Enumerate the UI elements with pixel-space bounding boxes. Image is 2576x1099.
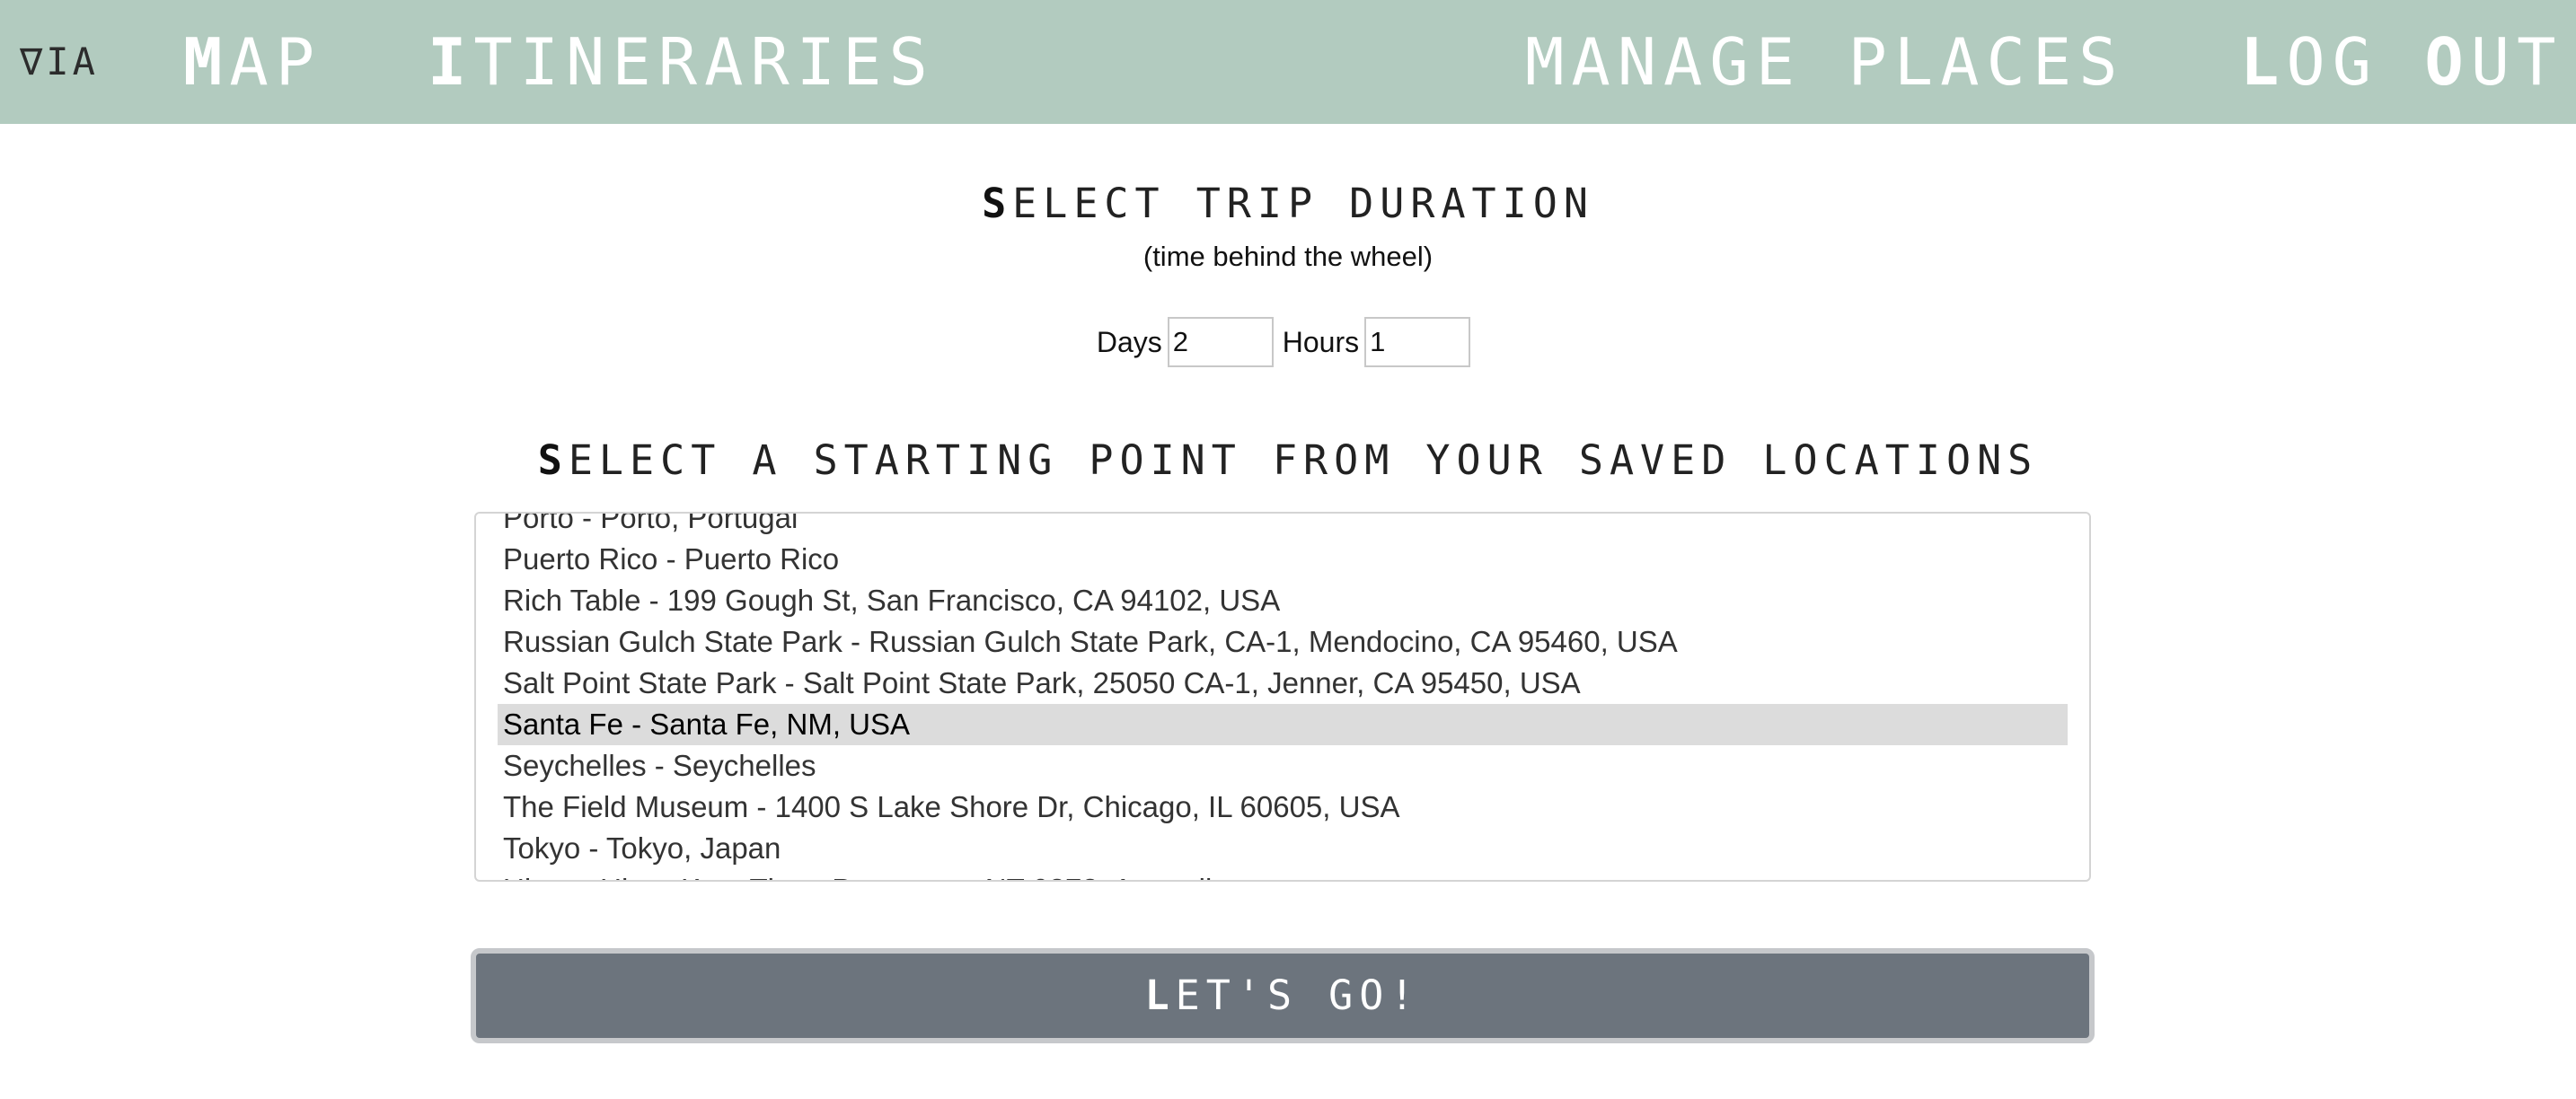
location-option[interactable]: Uluru - Uluru-Kata Tjuta, Petermann NT 0… (498, 869, 2068, 880)
trip-duration-heading-text: ELECT TRIP DURATION (1012, 180, 1594, 227)
trip-duration-heading: SELECT TRIP DURATION (0, 180, 2576, 227)
days-input[interactable] (1167, 317, 1274, 367)
nav-link-logout-o: O (2424, 24, 2471, 100)
days-label: Days (1096, 325, 1162, 358)
nav-link-logout-label-b: UT (2470, 24, 2563, 100)
trip-duration-subtitle: (time behind the wheel) (1142, 241, 1434, 272)
hours-label: Hours (1282, 325, 1360, 358)
saved-locations-items: Porto - Porto, Portugal Puerto Rico - Pue… (498, 514, 2068, 880)
nav-link-logout-initial: L (2240, 24, 2287, 100)
nav-link-map-label: AP (229, 24, 322, 100)
location-option[interactable]: Seychelles - Seychelles (498, 745, 2068, 787)
nav-link-manage-places[interactable]: MANAGE PLACES (1525, 0, 2125, 124)
location-option[interactable]: Russian Gulch State Park - Russian Gulch… (498, 621, 2068, 663)
top-navbar: ∇IA MAP ITINERARIES MANAGE PLACES LOG OU… (0, 0, 2576, 124)
nav-link-map[interactable]: MAP (183, 0, 322, 124)
location-option[interactable]: Santa Fe - Santa Fe, NM, USA (498, 704, 2068, 745)
nav-link-manage-initial: M (1525, 24, 1572, 100)
app-logo[interactable]: ∇IA (20, 0, 99, 124)
location-option[interactable]: Porto - Porto, Portugal (498, 514, 2068, 539)
location-option[interactable]: Rich Table - 199 Gough St, San Francisco… (498, 580, 2068, 621)
location-option[interactable]: Puerto Rico - Puerto Rico (498, 539, 2068, 580)
nav-link-map-initial: M (183, 24, 230, 100)
saved-locations-list[interactable]: Porto - Porto, Portugal Puerto Rico - Pue… (474, 512, 2091, 882)
location-option[interactable]: Tokyo - Tokyo, Japan (498, 828, 2068, 869)
nav-link-itineraries[interactable]: ITINERARIES (428, 0, 935, 124)
nav-link-itineraries-label: TINERARIES (473, 24, 935, 100)
starting-point-heading: SELECT A STARTING POINT FROM YOUR SAVED … (0, 436, 2576, 484)
duration-inputs: Days Hours (0, 316, 2576, 368)
starting-point-heading-initial: S (537, 436, 569, 484)
lets-go-button[interactable]: LET'S GO! (471, 948, 2095, 1043)
nav-link-itineraries-initial: I (428, 24, 474, 100)
nav-link-manage-label: ANAGE PLACES (1571, 24, 2125, 100)
location-option[interactable]: The Field Museum - 1400 S Lake Shore Dr,… (498, 787, 2068, 828)
nav-link-log-out[interactable]: LOG OUT (2240, 0, 2563, 124)
location-option[interactable]: Salt Point State Park - Salt Point State… (498, 663, 2068, 704)
hours-input[interactable] (1364, 317, 1471, 367)
trip-duration-heading-initial: S (982, 180, 1013, 227)
lets-go-label: ET'S GO! (1175, 972, 1421, 1019)
lets-go-initial: L (1144, 972, 1176, 1019)
nav-link-logout-label-a: OG (2286, 24, 2425, 100)
starting-point-heading-text: ELECT A STARTING POINT FROM YOUR SAVED L… (568, 436, 2039, 484)
